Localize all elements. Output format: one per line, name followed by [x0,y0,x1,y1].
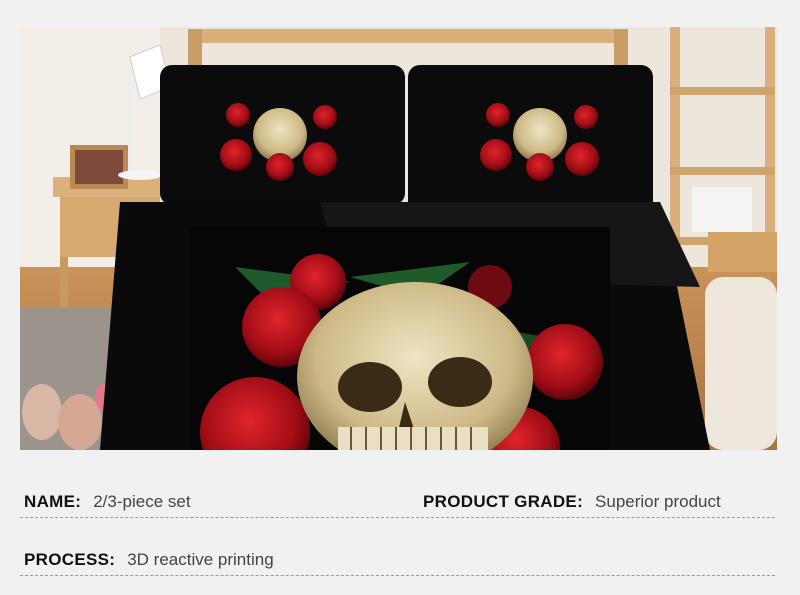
spec-row: PROCESS: 3D reactive printing [20,545,775,576]
armchair [705,232,777,450]
spec-product-grade: PRODUCT GRADE: Superior product [423,492,721,512]
spec-value-name: 2/3-piece set [93,492,191,511]
spec-value-product-grade: Superior product [595,492,721,511]
spec-label-name: NAME: [24,492,82,511]
product-specs: NAME: 2/3-piece set PRODUCT GRADE: Superio… [20,450,775,595]
duvet-cover [100,202,710,450]
spec-value-process: 3D reactive printing [127,550,274,569]
product-photo [20,27,777,450]
pillow-right [408,65,653,215]
spec-label-process: PROCESS: [24,550,116,569]
bedding-illustration [20,27,777,450]
spec-row: NAME: 2/3-piece set PRODUCT GRADE: Superio… [20,487,775,518]
spec-name: NAME: 2/3-piece set [24,492,191,512]
pillow-left [160,65,405,205]
spec-label-product-grade: PRODUCT GRADE: [423,492,584,511]
spec-process: PROCESS: 3D reactive printing [24,550,274,570]
